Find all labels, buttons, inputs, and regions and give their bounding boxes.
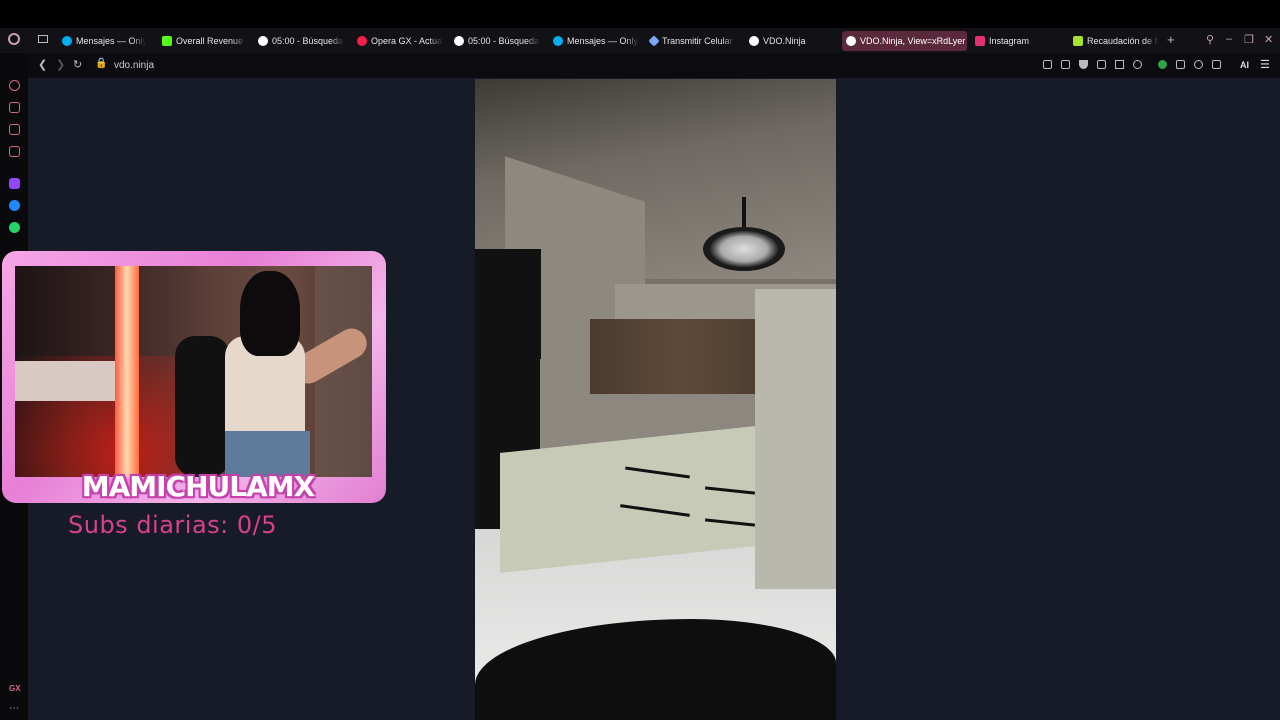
new-tab-button[interactable]: + [1167,32,1175,47]
vdo-ninja-icon [846,36,856,46]
onlyfans-icon [553,36,563,46]
tab-label: VDO.Ninja, View=xRdLyer [860,36,966,46]
tab-vdo-ninja[interactable]: VDO.Ninja [745,31,833,51]
kick-icon [162,36,172,46]
minimize-icon[interactable]: – [1226,33,1232,45]
tab-recaudacion[interactable]: Recaudación de fo [1069,31,1159,51]
more-icon[interactable]: ⋯ [9,703,19,714]
restore-icon[interactable]: ❐ [1244,33,1254,46]
close-icon[interactable]: ✕ [1264,33,1273,46]
vdo-star-icon [648,35,660,47]
tab-transmitir-celular[interactable]: Transmitir Celular [646,31,736,51]
led-light [115,266,139,477]
tab-label: VDO.Ninja [763,36,806,46]
webcam-video [15,266,372,477]
onlyfans-icon [62,36,72,46]
lock-icon: 🔒 [95,58,108,69]
speed-dial-icon[interactable] [9,80,20,91]
menu-icon[interactable]: ☰ [1260,58,1270,71]
profile-icon[interactable] [1194,60,1203,69]
tab-bar: Mensajes — OnlyF Overall Revenue - 05:00… [0,28,1280,53]
gaming-chair [175,336,230,477]
gx-corner-icon[interactable] [9,124,20,135]
tab-onlyfans-messages-1[interactable]: Mensajes — OnlyF [58,31,146,51]
ceiling-fan-light [703,227,785,271]
daily-subs-counter: Subs diarias: 0/5 [68,511,278,539]
google-icon [454,36,464,46]
extensions-icon[interactable] [1176,60,1185,69]
top-letterbox [0,0,1280,28]
bookmarks-icon[interactable] [9,102,20,113]
instagram-icon [975,36,985,46]
tab-onlyfans-messages-2[interactable]: Mensajes — OnlyF [549,31,639,51]
spreadsheet-icon [1073,36,1083,46]
opera-icon [357,36,367,46]
tab-overall-revenue[interactable]: Overall Revenue - [158,31,246,51]
play-icon[interactable] [1115,60,1124,69]
heart-icon[interactable] [1133,60,1142,69]
reload-icon[interactable]: ↻ [73,58,82,71]
gx-mods-icon[interactable] [9,146,20,157]
url-field[interactable]: vdo.ninja [114,60,154,71]
phone-camera-video[interactable] [475,79,836,720]
tab-instagram[interactable]: Instagram [971,31,1061,51]
tab-google-search-2[interactable]: 05:00 - Búsqueda [450,31,540,51]
whatsapp-icon[interactable] [9,222,20,233]
messenger-icon[interactable] [9,200,20,211]
streamer-name: MAMICHULAMX [81,470,316,503]
tab-label: Instagram [989,36,1030,46]
search-tabs-icon[interactable]: ⚲ [1206,33,1214,46]
twitch-icon[interactable] [9,178,20,189]
tab-vdo-ninja-view[interactable]: VDO.Ninja, View=xRdLyer [842,31,967,51]
tab-opera-gx-update[interactable]: Opera GX - Actuali [353,31,443,51]
vdo-ninja-icon [749,36,759,46]
back-icon[interactable]: ❮ [38,58,47,71]
opera-gx-menu-icon[interactable] [8,33,20,45]
google-icon [258,36,268,46]
snapshot-icon[interactable] [1061,60,1070,69]
translate-icon[interactable] [1097,60,1106,69]
tab-google-search-1[interactable]: 05:00 - Búsqueda [254,31,344,51]
workspaces-icon[interactable] [38,35,48,43]
address-bar [28,53,1280,78]
download-icon[interactable] [1212,60,1221,69]
extension-green-icon[interactable] [1158,60,1167,69]
gx-logo-label: GX [9,684,21,693]
shield-icon[interactable] [1079,60,1088,69]
pin-icon[interactable] [1043,60,1052,69]
aria-ai-button[interactable]: AI [1240,60,1249,70]
forward-icon[interactable]: ❯ [56,58,65,71]
